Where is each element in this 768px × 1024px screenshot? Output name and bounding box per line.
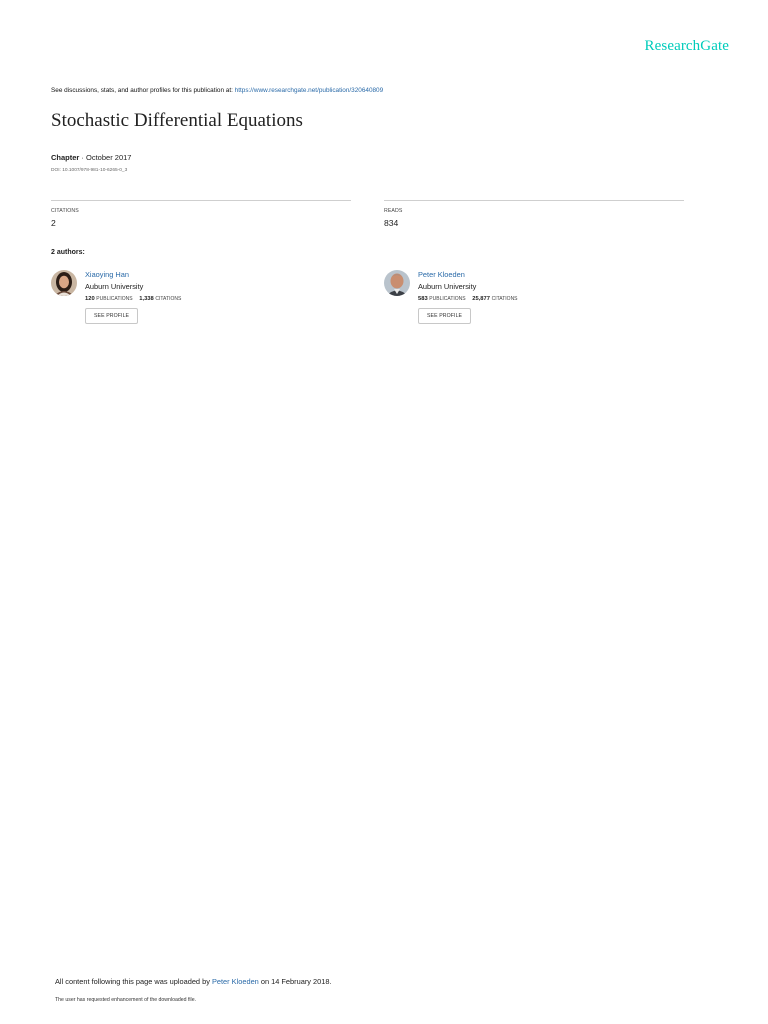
discussion-notice: See discussions, stats, and author profi… — [51, 87, 383, 94]
page-title: Stochastic Differential Equations — [51, 110, 303, 131]
see-profile-button[interactable]: SEE PROFILE — [418, 308, 472, 324]
author-photo-icon[interactable] — [384, 270, 410, 296]
author-publications-count: 120 — [85, 296, 95, 302]
citations-value: 2 — [51, 218, 56, 228]
publication-type: Chapter — [51, 153, 80, 162]
authors-heading: 2 authors: — [51, 249, 85, 256]
citations-stat: CITATIONS 2 — [51, 200, 351, 228]
researchgate-logo[interactable]: ResearchGate — [645, 38, 729, 55]
author-institution: Auburn University — [418, 282, 477, 291]
see-profile-button[interactable]: SEE PROFILE — [85, 308, 139, 324]
reads-stat: READS 834 — [384, 200, 684, 228]
citations-label: CITATIONS — [51, 208, 79, 214]
upload-notice: All content following this page was uplo… — [55, 977, 332, 986]
discussion-text: See discussions, stats, and author profi… — [51, 87, 235, 94]
upload-suffix: on 14 February 2018. — [258, 977, 332, 986]
author-photo-icon[interactable] — [51, 270, 77, 296]
author-citations-count: 1,338 — [139, 296, 154, 302]
publication-meta: Chapter · October 2017 — [51, 153, 131, 162]
author-publications-label: PUBLICATIONS — [429, 296, 466, 302]
reads-label: READS — [384, 208, 403, 214]
reads-value: 834 — [384, 218, 399, 228]
publication-link[interactable]: https://www.researchgate.net/publication… — [235, 87, 384, 94]
author-stats: 120 PUBLICATIONS 1,338 CITATIONS — [85, 296, 325, 302]
author-citations-label: CITATIONS — [491, 296, 518, 302]
publication-doi: DOI: 10.1007/978-981-10-6265-0_3 — [51, 168, 128, 173]
author-stats: 583 PUBLICATIONS 25,877 CITATIONS — [418, 296, 658, 302]
author-institution: Auburn University — [85, 282, 144, 291]
upload-prefix: All content following this page was uplo… — [55, 977, 212, 986]
author-name-link[interactable]: Xiaoying Han — [85, 270, 325, 279]
enhancement-note: The user has requested enhancement of th… — [55, 997, 197, 1003]
author-name-link[interactable]: Peter Kloeden — [418, 270, 658, 279]
author-publications-label: PUBLICATIONS — [96, 296, 133, 302]
author-citations-label: CITATIONS — [155, 296, 182, 302]
author-publications-count: 583 — [418, 296, 428, 302]
uploader-link[interactable]: Peter Kloeden — [212, 977, 259, 986]
publication-date: · October 2017 — [79, 153, 132, 162]
author-citations-count: 25,877 — [472, 296, 490, 302]
